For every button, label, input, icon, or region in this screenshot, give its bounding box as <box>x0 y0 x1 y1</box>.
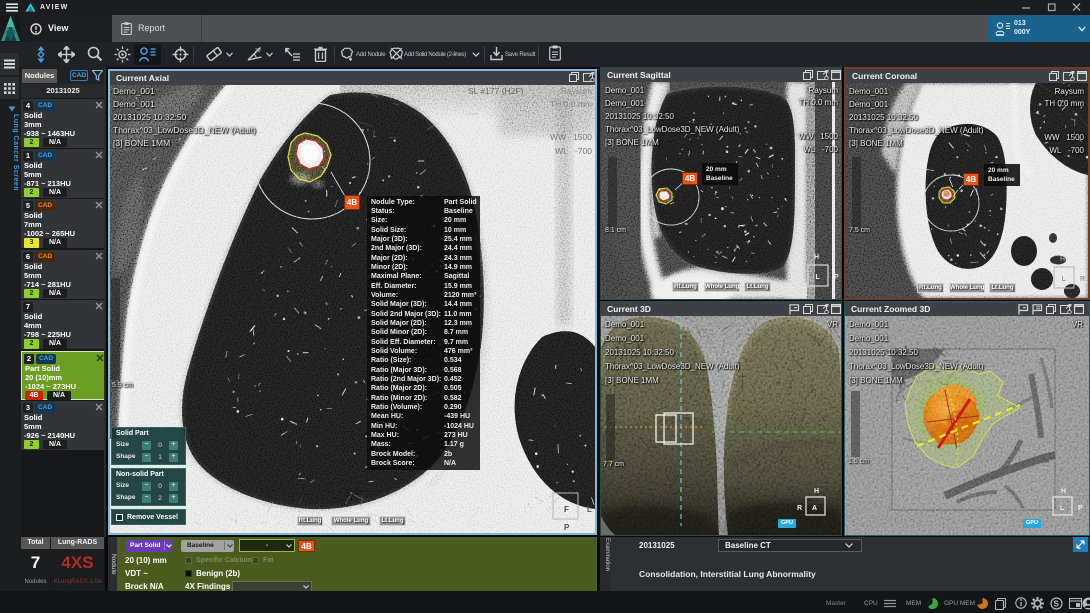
svg-text:L: L <box>1062 276 1067 283</box>
svg-text:30: 30 <box>255 48 261 54</box>
svg-text:R: R <box>1080 276 1085 283</box>
svg-text:A: A <box>812 505 817 512</box>
svg-text:L: L <box>1060 505 1065 512</box>
svg-text:L: L <box>816 274 821 281</box>
svg-text:H: H <box>1061 488 1066 495</box>
svg-text:H: H <box>814 488 819 495</box>
svg-text:R: R <box>797 505 802 512</box>
svg-text:H: H <box>814 254 819 261</box>
svg-text:P: P <box>564 523 570 532</box>
svg-text:L: L <box>587 505 592 514</box>
svg-text:F: F <box>564 505 569 514</box>
svg-text:P: P <box>834 274 839 281</box>
svg-text:S: S <box>1054 600 1060 609</box>
svg-text:P: P <box>1078 505 1083 512</box>
svg-text:H: H <box>1060 256 1065 263</box>
